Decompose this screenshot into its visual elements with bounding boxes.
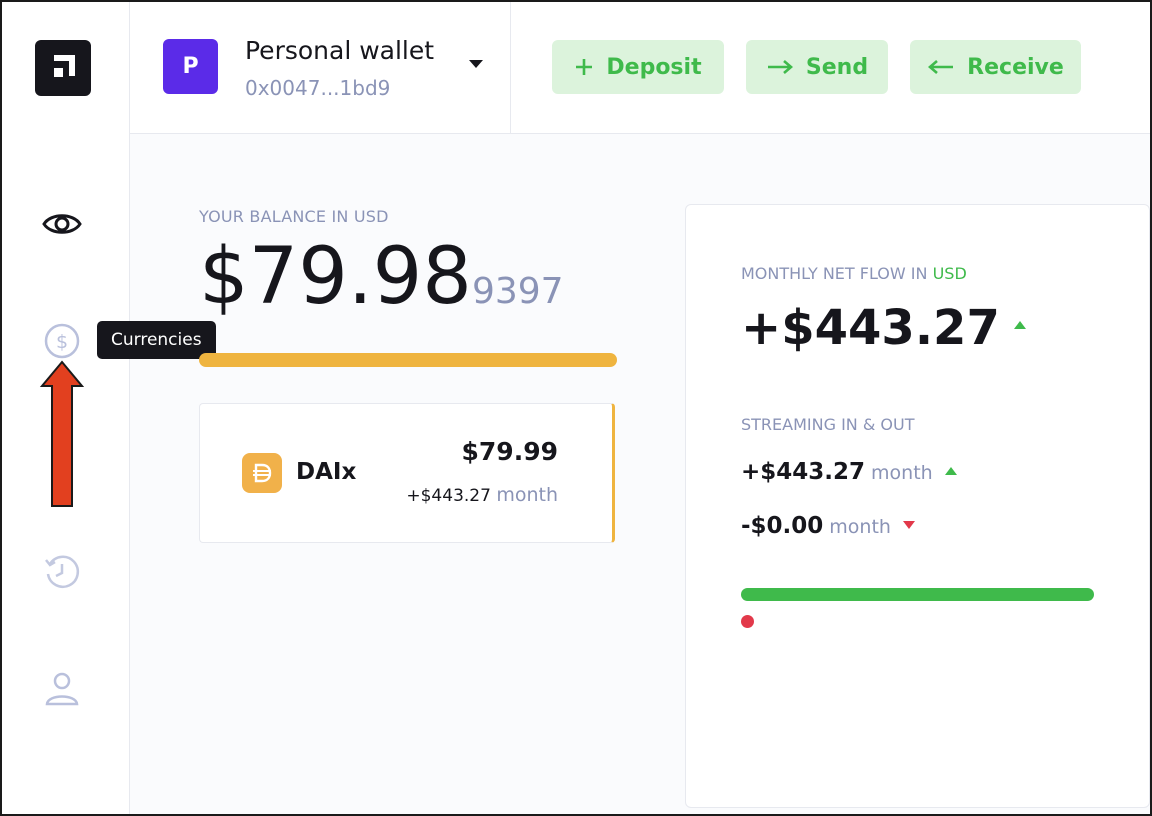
currency-icon[interactable]: $: [40, 319, 84, 363]
eye-icon[interactable]: [40, 202, 84, 246]
send-label: Send: [805, 54, 869, 80]
plus-icon: [576, 59, 593, 75]
wallet-avatar: P: [163, 39, 218, 94]
stream-label: STREAMING IN & OUT: [741, 415, 915, 434]
net-flow-amount: +$443.27: [741, 300, 1026, 356]
stream-in-unit: month: [871, 462, 933, 484]
sidebar: $: [2, 2, 130, 814]
wallet-selector[interactable]: P Personal wallet 0x0047...1bd9: [130, 2, 511, 134]
balance-amount: $79.989397: [199, 234, 564, 335]
annotation-arrow: [39, 360, 85, 507]
balance-main: $79.98: [199, 232, 472, 322]
profile-icon[interactable]: [40, 666, 84, 710]
stream-out-row: -$0.00 month: [741, 513, 915, 539]
token-amount: $79.99: [461, 437, 558, 466]
deposit-button[interactable]: Deposit: [552, 40, 724, 94]
header: P Personal wallet 0x0047...1bd9 Deposit …: [130, 2, 1150, 134]
token-flow-value: +$443.27: [406, 486, 491, 506]
net-flow-panel: MONTHLY NET FLOW IN USD +$443.27 STREAMI…: [685, 204, 1150, 808]
stream-out-unit: month: [829, 516, 891, 538]
svg-text:$: $: [56, 331, 68, 353]
token-flow-unit: month: [496, 484, 558, 506]
history-icon[interactable]: [40, 550, 84, 594]
token-flow: +$443.27 month: [406, 484, 558, 506]
net-flow-label: MONTHLY NET FLOW IN USD: [741, 264, 967, 283]
stream-in-row: +$443.27 month: [741, 459, 957, 485]
dai-token-icon: [242, 453, 282, 493]
net-flow-value: +$443.27: [741, 300, 1000, 356]
wallet-name: Personal wallet: [245, 36, 435, 65]
inflow-bar: [741, 588, 1094, 601]
token-card-daix[interactable]: DAIx $79.99 +$443.27 month: [199, 403, 615, 543]
balance-decimals: 9397: [471, 271, 564, 312]
balance-bar: [199, 353, 617, 367]
app-window: $ Currencies P Personal wallet 0x0047...…: [0, 0, 1152, 816]
stream-in-amount: +$443.27: [741, 459, 866, 485]
trend-up-icon: [944, 466, 957, 475]
stream-out-amount: -$0.00: [741, 513, 824, 539]
chevron-down-icon[interactable]: [467, 58, 485, 70]
app-logo[interactable]: [35, 40, 91, 96]
net-flow-currency: USD: [932, 264, 967, 283]
send-button[interactable]: Send: [746, 40, 888, 94]
balance-label: YOUR BALANCE IN USD: [199, 207, 389, 226]
deposit-label: Deposit: [606, 54, 702, 80]
net-flow-label-text: MONTHLY NET FLOW IN: [741, 264, 928, 283]
token-symbol: DAIx: [296, 459, 357, 485]
receive-button[interactable]: Receive: [910, 40, 1081, 94]
currencies-tooltip: Currencies: [97, 321, 216, 359]
receive-label: Receive: [967, 54, 1064, 80]
trend-up-icon: [1013, 321, 1026, 329]
trend-down-icon: [902, 520, 915, 529]
wallet-address: 0x0047...1bd9: [245, 76, 391, 100]
arrow-left-icon: [928, 60, 954, 74]
arrow-right-icon: [767, 60, 793, 74]
outflow-dot: [741, 615, 754, 628]
